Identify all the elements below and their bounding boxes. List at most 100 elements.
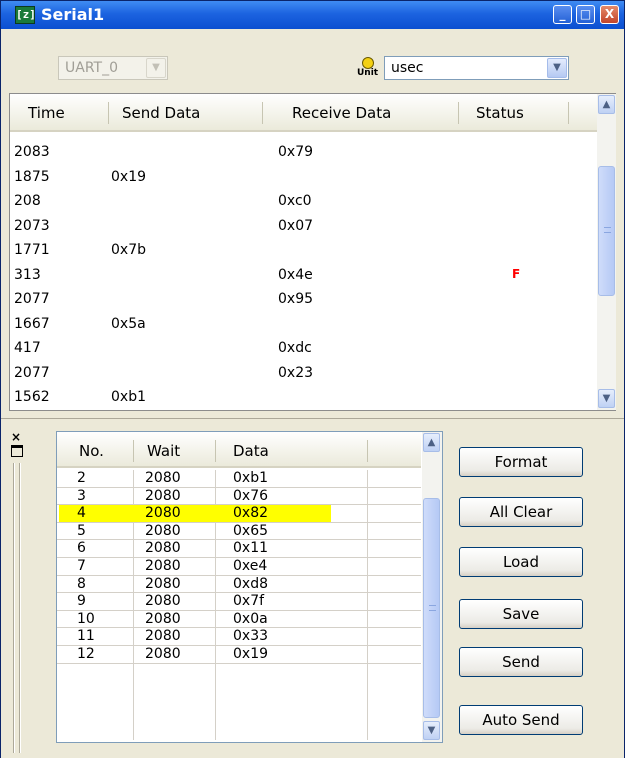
- log-scrollbar[interactable]: ▲ ▼: [597, 94, 616, 410]
- sequence-row[interactable]: 9 2080 0x7f: [57, 593, 421, 611]
- title-bar[interactable]: [z] Serial1 _ □ X: [1, 1, 624, 29]
- log-row[interactable]: 417 0xdc: [10, 338, 595, 363]
- column-header-wait[interactable]: Wait: [147, 442, 180, 460]
- column-header-send-data[interactable]: Send Data: [122, 104, 200, 122]
- log-header: Time Send Data Receive Data Status: [10, 94, 598, 132]
- log-row[interactable]: 1771 0x7b: [10, 240, 595, 265]
- log-row[interactable]: 313 0x4e F: [10, 265, 595, 290]
- close-button[interactable]: X: [600, 5, 619, 24]
- sequence-panel: × No. Wait Data 2 2080 0xb1 3 2080 0x76 4 2080 0…: [1, 419, 624, 758]
- sequence-row[interactable]: 3 2080 0x76: [57, 488, 421, 506]
- sequence-list[interactable]: No. Wait Data 2 2080 0xb1 3 2080 0x76 4 2080 0x8…: [56, 431, 443, 743]
- scroll-down-button[interactable]: ▼: [598, 389, 615, 408]
- column-header-status[interactable]: Status: [476, 104, 524, 122]
- format-button[interactable]: Format: [459, 447, 583, 477]
- column-header-no[interactable]: No.: [79, 442, 104, 460]
- sequence-cell-data: 0x82: [233, 505, 269, 522]
- unit-select[interactable]: usec ▼: [384, 56, 569, 80]
- sequence-cell-no: 12: [77, 645, 95, 662]
- column-divider[interactable]: [108, 102, 109, 124]
- dock-grip[interactable]: [19, 463, 21, 753]
- sequence-row[interactable]: 5 2080 0x65: [57, 523, 421, 541]
- scroll-down-button[interactable]: ▼: [423, 721, 440, 740]
- sequence-cell-wait: 2080: [145, 628, 181, 645]
- sequence-row[interactable]: 4 2080 0x82: [57, 505, 421, 523]
- chevron-down-icon: ▼: [146, 58, 166, 78]
- log-row[interactable]: 1667 0x5a: [10, 314, 595, 339]
- scroll-up-button[interactable]: ▲: [423, 433, 440, 452]
- column-divider[interactable]: [458, 102, 459, 124]
- log-row[interactable]: 208 0xc0: [10, 191, 595, 216]
- load-button[interactable]: Load: [459, 547, 583, 577]
- sequence-cell-data: 0x65: [233, 522, 269, 539]
- log-row[interactable]: 1875 0x19: [10, 167, 595, 192]
- send-button[interactable]: Send: [459, 647, 583, 677]
- log-row[interactable]: 2077 0x23: [10, 363, 595, 388]
- scroll-thumb[interactable]: [423, 498, 440, 718]
- log-rows: 2083 0x79 1875 0x19 208 0xc0 2073 0x07 1771 0x7b 3…: [10, 142, 595, 412]
- log-cell-receive: 0x4e: [278, 266, 313, 283]
- column-divider[interactable]: [262, 102, 263, 124]
- log-row[interactable]: 1562 0xb1: [10, 387, 595, 412]
- unit-select-value: usec: [391, 60, 424, 76]
- sequence-cell-no: 9: [77, 593, 86, 610]
- log-cell-status: F: [512, 266, 521, 281]
- sequence-row[interactable]: 8 2080 0xd8: [57, 576, 421, 594]
- sequence-cell-wait: 2080: [145, 610, 181, 627]
- column-divider[interactable]: [215, 440, 216, 462]
- maximize-icon[interactable]: [11, 445, 23, 457]
- chevron-down-icon: ▼: [547, 58, 567, 78]
- all-clear-button[interactable]: All Clear: [459, 497, 583, 527]
- grip-icon: [604, 227, 611, 233]
- column-divider[interactable]: [568, 102, 569, 124]
- selection-highlight: [59, 505, 331, 522]
- log-row[interactable]: 2077 0x95: [10, 289, 595, 314]
- log-cell-time: 2077: [14, 364, 50, 381]
- log-cell-time: 417: [14, 340, 41, 356]
- log-row[interactable]: 2083 0x79: [10, 142, 595, 167]
- log-cell-receive: 0xc0: [278, 193, 312, 209]
- scroll-up-button[interactable]: ▲: [598, 95, 615, 114]
- log-row[interactable]: 2073 0x07: [10, 216, 595, 241]
- column-header-receive-data[interactable]: Receive Data: [292, 104, 391, 122]
- sequence-cell-no: 6: [77, 540, 86, 557]
- sequence-cell-no: 11: [77, 628, 95, 645]
- log-cell-time: 208: [14, 193, 41, 209]
- log-cell-time: 1562: [14, 389, 50, 405]
- sequence-cell-wait: 2080: [145, 557, 181, 574]
- save-button[interactable]: Save: [459, 599, 583, 629]
- log-list[interactable]: Time Send Data Receive Data Status 2083 0…: [9, 93, 616, 411]
- scroll-thumb[interactable]: [598, 166, 615, 296]
- sequence-row[interactable]: 10 2080 0x0a: [57, 611, 421, 629]
- column-divider[interactable]: [133, 440, 134, 462]
- dock-grip[interactable]: [13, 463, 15, 753]
- sequence-cell-no: 2: [77, 470, 86, 486]
- sequence-scrollbar[interactable]: ▲ ▼: [422, 432, 442, 742]
- sequence-row[interactable]: 7 2080 0xe4: [57, 558, 421, 576]
- sequence-row[interactable]: 6 2080 0x11: [57, 540, 421, 558]
- log-cell-time: 1667: [14, 315, 50, 332]
- log-cell-receive: 0x95: [278, 291, 314, 307]
- column-header-data[interactable]: Data: [233, 442, 269, 460]
- port-select[interactable]: UART_0 ▼: [58, 56, 168, 80]
- sequence-cell-no: 8: [77, 575, 86, 592]
- sequence-cell-wait: 2080: [145, 487, 181, 504]
- sequence-rows: 2 2080 0xb1 3 2080 0x76 4 2080 0x82 5 2080 0x65 6 208…: [57, 470, 421, 664]
- close-icon[interactable]: ×: [11, 431, 23, 443]
- column-divider[interactable]: [367, 440, 368, 462]
- sequence-cell-wait: 2080: [145, 645, 181, 662]
- sequence-header: No. Wait Data: [57, 432, 421, 468]
- sequence-cell-no: 4: [77, 505, 86, 522]
- log-cell-receive: 0x07: [278, 217, 314, 234]
- column-header-time[interactable]: Time: [28, 104, 65, 122]
- minimize-button[interactable]: _: [553, 5, 572, 24]
- log-cell-receive: 0x23: [278, 364, 314, 381]
- maximize-button[interactable]: □: [576, 5, 595, 24]
- auto-send-button[interactable]: Auto Send: [459, 705, 583, 735]
- sequence-row[interactable]: 12 2080 0x19: [57, 646, 421, 664]
- sequence-cell-no: 3: [77, 487, 86, 504]
- sequence-row[interactable]: 2 2080 0xb1: [57, 470, 421, 488]
- sequence-cell-no: 10: [77, 610, 95, 627]
- sequence-row[interactable]: 11 2080 0x33: [57, 628, 421, 646]
- sequence-cell-wait: 2080: [145, 522, 181, 539]
